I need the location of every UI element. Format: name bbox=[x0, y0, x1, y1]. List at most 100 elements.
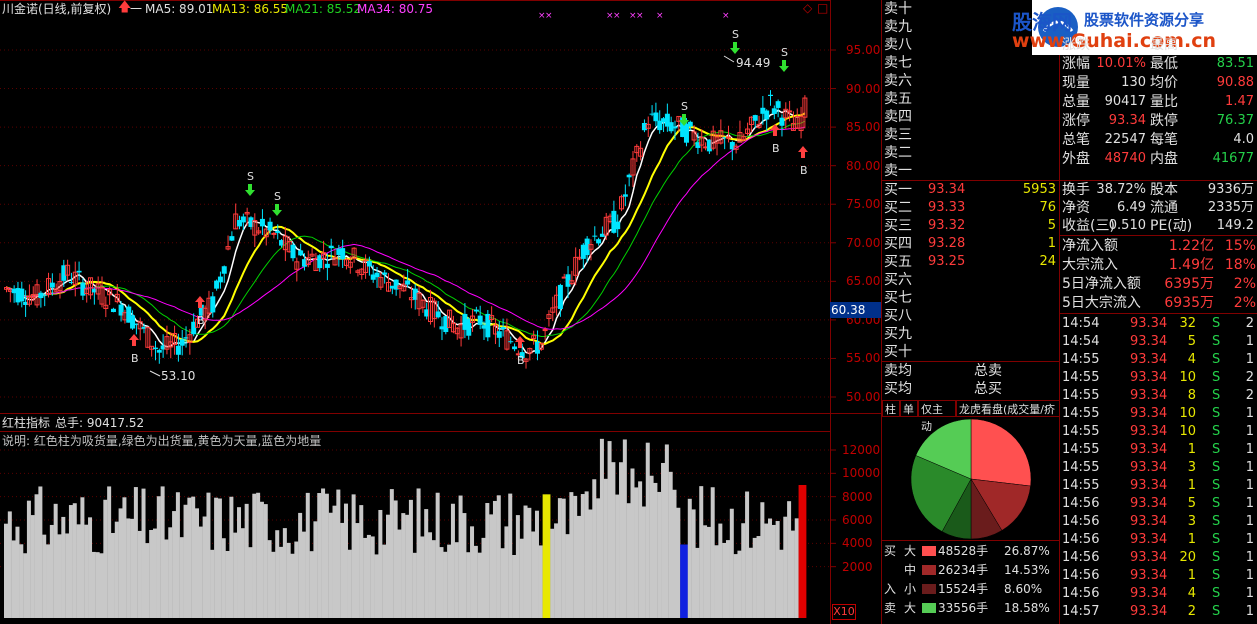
square-icon[interactable]: □ bbox=[817, 1, 828, 15]
buy-level-row[interactable]: 买五 93.25 24 bbox=[882, 253, 1060, 271]
stat-value: 76.37 bbox=[1216, 113, 1254, 128]
volume-bar bbox=[725, 540, 730, 618]
tick-side: S bbox=[1212, 460, 1221, 475]
tick-row[interactable]: 14:57 93.34 2 S 1 bbox=[1060, 603, 1257, 621]
tick-time: 14:54 bbox=[1062, 334, 1100, 349]
candle-body bbox=[366, 261, 372, 267]
volume-bar bbox=[603, 478, 608, 618]
tick-price: 93.34 bbox=[1130, 586, 1168, 601]
signal-mark-icon: × bbox=[613, 11, 621, 21]
volume-bar bbox=[550, 528, 555, 618]
stat-value: 41677 bbox=[1212, 151, 1254, 166]
tick-count: 1 bbox=[1245, 604, 1254, 619]
volume-tick-label: 12000 bbox=[842, 443, 881, 457]
tab-dragon-tiger[interactable]: 龙虎看盘(成交量/疥 bbox=[956, 400, 1060, 417]
tick-row[interactable]: 14:55 93.34 10 S 1 bbox=[1060, 405, 1257, 423]
volume-bar bbox=[53, 503, 58, 618]
tick-volume: 3 bbox=[1187, 460, 1196, 475]
tick-row[interactable]: 14:56 93.34 3 S 1 bbox=[1060, 513, 1257, 531]
multiplier-button[interactable]: X10 bbox=[832, 604, 856, 620]
indicator-total: 总手: 90417.52 bbox=[55, 416, 145, 430]
candle-body bbox=[615, 221, 621, 230]
volume-bar bbox=[309, 551, 314, 618]
tick-side: S bbox=[1212, 442, 1221, 457]
tick-row[interactable]: 14:55 93.34 8 S 2 bbox=[1060, 387, 1257, 405]
tick-row[interactable]: 14:55 93.34 4 S 1 bbox=[1060, 351, 1257, 369]
flow-row: 卖大 33556手 18.58% bbox=[882, 599, 1060, 617]
volume-bar bbox=[687, 498, 692, 618]
buy-level-row[interactable]: 买二 93.33 76 bbox=[882, 199, 1060, 217]
volume-bar bbox=[386, 514, 390, 618]
diamond-icon[interactable]: ◇ bbox=[803, 1, 812, 15]
volume-bar bbox=[221, 538, 226, 618]
tick-row[interactable]: 14:56 93.34 20 S 1 bbox=[1060, 549, 1257, 567]
tick-row[interactable]: 14:55 93.34 1 S 1 bbox=[1060, 441, 1257, 459]
volume-bar bbox=[114, 521, 119, 618]
stat-row: 涨幅 10.01% 最低 83.51 bbox=[1060, 55, 1257, 73]
tick-row[interactable]: 14:56 93.34 4 S 1 bbox=[1060, 585, 1257, 603]
volume-bar bbox=[389, 489, 394, 618]
volume-bar bbox=[718, 523, 723, 618]
kline-chart[interactable]: BBBBBSSSSS× × × × × × × × bbox=[0, 0, 881, 624]
volume-bar bbox=[527, 507, 532, 618]
candle-body bbox=[156, 350, 162, 353]
tick-row[interactable]: 14:56 93.34 1 S 1 bbox=[1060, 531, 1257, 549]
tick-time: 14:56 bbox=[1062, 550, 1100, 565]
tick-row[interactable]: 14:54 93.34 32 S 2 bbox=[1060, 315, 1257, 333]
tick-side: S bbox=[1212, 550, 1221, 565]
volume-bar bbox=[118, 508, 123, 618]
stat-label: 跌停 bbox=[1150, 113, 1178, 129]
volume-bar bbox=[752, 537, 757, 618]
buy-level-volume: 5953 bbox=[1022, 182, 1056, 197]
tab-bar[interactable]: 柱 bbox=[882, 400, 900, 417]
tick-count: 1 bbox=[1245, 460, 1254, 475]
tick-volume: 32 bbox=[1179, 316, 1196, 331]
volume-bar bbox=[580, 494, 585, 618]
candle-body bbox=[557, 284, 563, 309]
buy-level-row[interactable]: 买九 bbox=[882, 325, 1060, 343]
flow-stat-label: 净流入额 bbox=[1062, 238, 1118, 254]
volume-bar bbox=[523, 505, 528, 618]
candle-body bbox=[19, 288, 25, 302]
tick-side: S bbox=[1212, 370, 1221, 385]
volume-bar bbox=[271, 551, 276, 618]
buy-level-volume: 76 bbox=[1039, 200, 1056, 215]
volume-bar bbox=[298, 512, 303, 618]
buy-level-row[interactable]: 买三 93.32 5 bbox=[882, 217, 1060, 235]
buy-level-row[interactable]: 买四 93.28 1 bbox=[882, 235, 1060, 253]
tab-order[interactable]: 单 bbox=[900, 400, 918, 417]
volume-bar bbox=[68, 505, 73, 618]
tick-row[interactable]: 14:54 93.34 5 S 1 bbox=[1060, 333, 1257, 351]
buy-level-row[interactable]: 买一 93.34 5953 bbox=[882, 181, 1060, 199]
buy-mark: B bbox=[197, 314, 205, 327]
buy-level-row[interactable]: 买十 bbox=[882, 343, 1060, 361]
tick-row[interactable]: 14:55 93.34 3 S 1 bbox=[1060, 459, 1257, 477]
volume-bar bbox=[443, 551, 448, 618]
flow-amount: 33556手 bbox=[938, 601, 989, 615]
buy-level-row[interactable]: 买八 bbox=[882, 307, 1060, 325]
stat-value: 1.47 bbox=[1225, 94, 1254, 109]
buy-level-row[interactable]: 买七 bbox=[882, 289, 1060, 307]
volume-bar bbox=[259, 501, 264, 618]
buy-arrow-icon bbox=[798, 146, 808, 158]
flow-color-swatch bbox=[922, 565, 936, 575]
stat-value: 9336万 bbox=[1207, 182, 1254, 197]
stat-label: 外盘 bbox=[1062, 151, 1090, 167]
volume-bar bbox=[183, 504, 188, 618]
tick-row[interactable]: 14:55 93.34 10 S 1 bbox=[1060, 423, 1257, 441]
tick-volume: 10 bbox=[1179, 424, 1196, 439]
tab-active-only[interactable]: 仅主动 bbox=[918, 400, 956, 433]
volume-bar bbox=[668, 471, 673, 618]
tick-row[interactable]: 14:55 93.34 1 S 1 bbox=[1060, 477, 1257, 495]
volume-bar bbox=[466, 552, 471, 618]
tick-row[interactable]: 14:56 93.34 5 S 1 bbox=[1060, 495, 1257, 513]
tick-row[interactable]: 14:56 93.34 1 S 1 bbox=[1060, 567, 1257, 585]
stat-value: 93.34 bbox=[1108, 113, 1146, 128]
tick-price: 93.34 bbox=[1130, 550, 1168, 565]
tick-row[interactable]: 14:55 93.34 10 S 2 bbox=[1060, 369, 1257, 387]
buy-level-row[interactable]: 买六 bbox=[882, 271, 1060, 289]
candle-body bbox=[653, 112, 659, 122]
flow-size: 中 bbox=[904, 563, 917, 577]
volume-bar bbox=[324, 493, 329, 618]
low-annotation: 53.10 bbox=[161, 369, 196, 383]
